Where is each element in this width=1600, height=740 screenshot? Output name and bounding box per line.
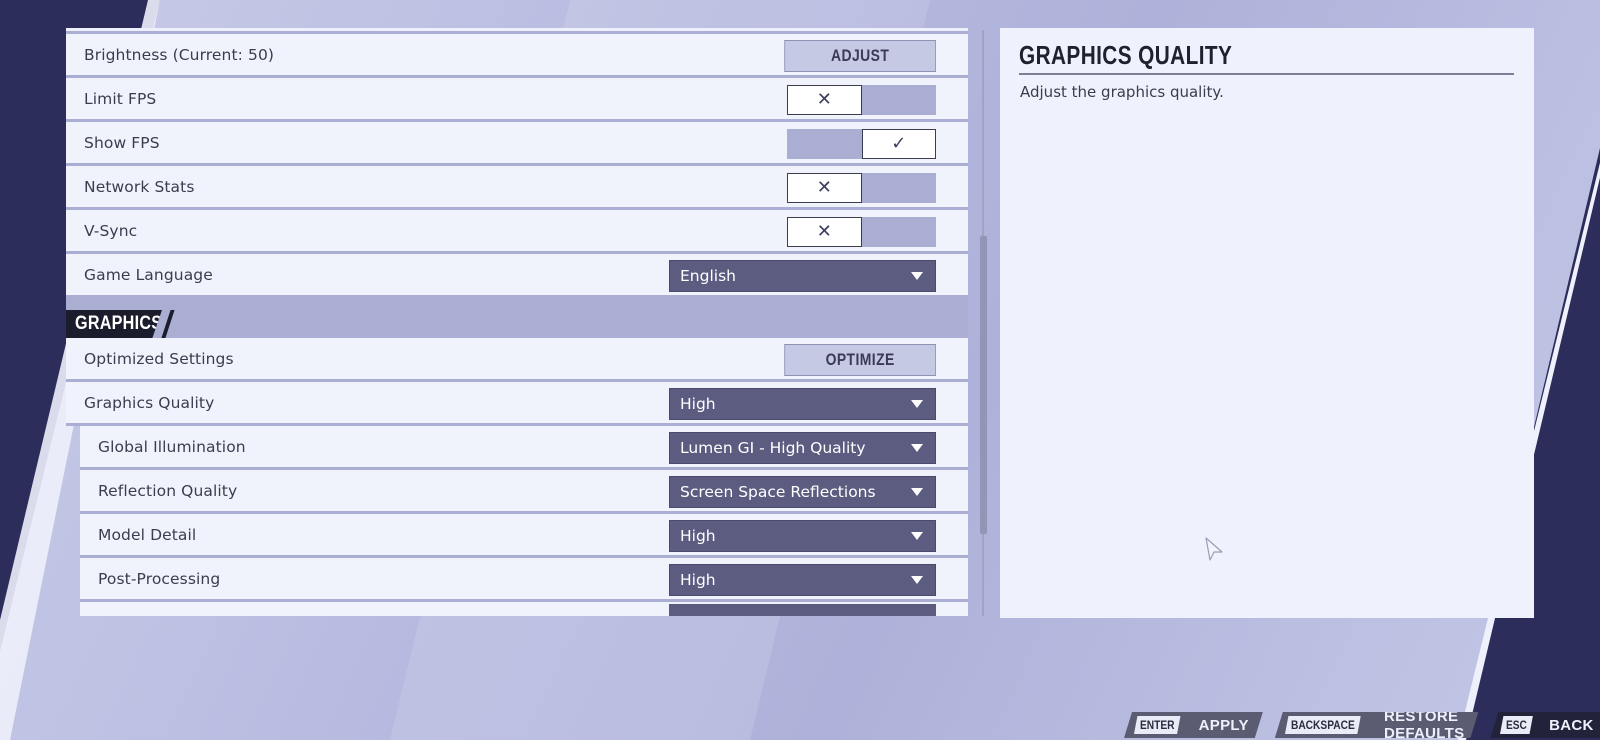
setting-label: Brightness (Current: 50) <box>84 45 275 64</box>
vsync-toggle[interactable]: ✕ <box>787 217 936 247</box>
restore-defaults-hint[interactable]: BACKSPACE RESTORE DEFAULTS <box>1275 712 1479 738</box>
setting-label: Show FPS <box>84 133 160 152</box>
description-panel: GRAPHICS QUALITY Adjust the graphics qua… <box>1000 28 1534 618</box>
adjust-button[interactable]: ADJUST <box>784 40 936 72</box>
description-title: GRAPHICS QUALITY <box>1019 40 1233 70</box>
scrollbar-thumb[interactable] <box>980 236 987 534</box>
section-header-graphics: GRAPHICS <box>66 298 968 338</box>
setting-row-limit-fps: Limit FPS ✕ <box>66 78 968 122</box>
caret-down-icon <box>911 444 923 452</box>
setting-label: Limit FPS <box>84 89 157 108</box>
toggle-on-segment[interactable]: ✓ <box>861 129 936 159</box>
caret-down-icon <box>911 272 923 280</box>
setting-label: Post-Processing <box>98 569 221 588</box>
setting-label: Reflection Quality <box>98 481 238 500</box>
setting-row-brightness: Brightness (Current: 50) ADJUST <box>66 34 968 78</box>
graphics-quality-dropdown[interactable]: High <box>669 388 936 420</box>
key-enter: ENTER <box>1134 716 1180 734</box>
game-language-dropdown[interactable]: English <box>669 260 936 292</box>
caret-down-icon <box>911 488 923 496</box>
setting-row-graphics-quality[interactable]: Graphics Quality High <box>66 382 968 426</box>
show-fps-toggle[interactable]: ✓ <box>787 129 936 159</box>
optimize-button[interactable]: OPTIMIZE <box>784 344 936 376</box>
setting-label: V-Sync <box>84 221 138 240</box>
toggle-on-segment[interactable] <box>861 217 936 247</box>
toggle-off-segment[interactable]: ✕ <box>787 85 862 115</box>
dropdown-value: Screen Space Reflections <box>680 483 876 501</box>
checkmark-icon: ✓ <box>891 133 907 154</box>
dropdown-value: High <box>680 571 716 589</box>
setting-row-game-language: Game Language English <box>66 254 968 298</box>
section-slash-decoration <box>161 310 175 338</box>
footer-hints: ENTER APPLY BACKSPACE RESTORE DEFAULTS E… <box>1124 712 1600 738</box>
settings-list: Brightness (Current: 50) ADJUST Limit FP… <box>66 28 968 618</box>
reflection-quality-dropdown[interactable]: Screen Space Reflections <box>669 476 936 508</box>
description-text: Adjust the graphics quality. <box>1020 83 1224 101</box>
section-title: GRAPHICS <box>75 313 163 334</box>
description-divider <box>1019 73 1514 75</box>
x-icon: ✕ <box>816 177 832 198</box>
setting-row-post-processing: Post-Processing High <box>80 558 968 602</box>
setting-label: Graphics Quality <box>84 393 215 412</box>
setting-label: Model Detail <box>98 525 197 544</box>
global-illumination-dropdown[interactable]: Lumen GI - High Quality <box>669 432 936 464</box>
setting-label: Global Illumination <box>98 437 246 456</box>
dropdown-value: English <box>680 267 736 285</box>
model-detail-dropdown[interactable]: High <box>669 520 936 552</box>
setting-row-show-fps: Show FPS ✓ <box>66 122 968 166</box>
setting-row-network-stats: Network Stats ✕ <box>66 166 968 210</box>
dropdown-value: High <box>680 527 716 545</box>
mouse-cursor-icon <box>1205 537 1223 561</box>
setting-row-model-detail: Model Detail High <box>80 514 968 558</box>
apply-hint[interactable]: ENTER APPLY <box>1124 712 1263 738</box>
x-icon: ✕ <box>816 221 832 242</box>
caret-down-icon <box>911 532 923 540</box>
setting-label: Network Stats <box>84 177 195 196</box>
toggle-off-segment[interactable] <box>787 129 862 159</box>
setting-row-partial <box>80 602 968 616</box>
setting-label: Optimized Settings <box>84 349 234 368</box>
hint-action: APPLY <box>1198 716 1249 734</box>
key-backspace: BACKSPACE <box>1285 716 1361 734</box>
x-icon: ✕ <box>816 89 832 110</box>
setting-row-optimized-settings: Optimized Settings OPTIMIZE <box>66 338 968 382</box>
back-hint[interactable]: ESC BACK <box>1490 712 1600 738</box>
toggle-off-segment[interactable]: ✕ <box>787 217 862 247</box>
setting-row-reflection-quality: Reflection Quality Screen Space Reflecti… <box>80 470 968 514</box>
partial-dropdown[interactable] <box>669 604 936 616</box>
dropdown-value: Lumen GI - High Quality <box>680 439 866 457</box>
caret-down-icon <box>911 400 923 408</box>
post-processing-dropdown[interactable]: High <box>669 564 936 596</box>
toggle-on-segment[interactable] <box>861 85 936 115</box>
setting-label: Game Language <box>84 265 213 284</box>
toggle-on-segment[interactable] <box>861 173 936 203</box>
setting-row-global-illumination: Global Illumination Lumen GI - High Qual… <box>80 426 968 470</box>
network-stats-toggle[interactable]: ✕ <box>787 173 936 203</box>
limit-fps-toggle[interactable]: ✕ <box>787 85 936 115</box>
hint-action: RESTORE DEFAULTS <box>1383 708 1465 740</box>
toggle-off-segment[interactable]: ✕ <box>787 173 862 203</box>
dropdown-value: High <box>680 395 716 413</box>
section-tag: GRAPHICS <box>66 310 162 338</box>
setting-row-vsync: V-Sync ✕ <box>66 210 968 254</box>
caret-down-icon <box>911 576 923 584</box>
key-esc: ESC <box>1500 716 1533 734</box>
hint-action: BACK <box>1549 716 1594 734</box>
